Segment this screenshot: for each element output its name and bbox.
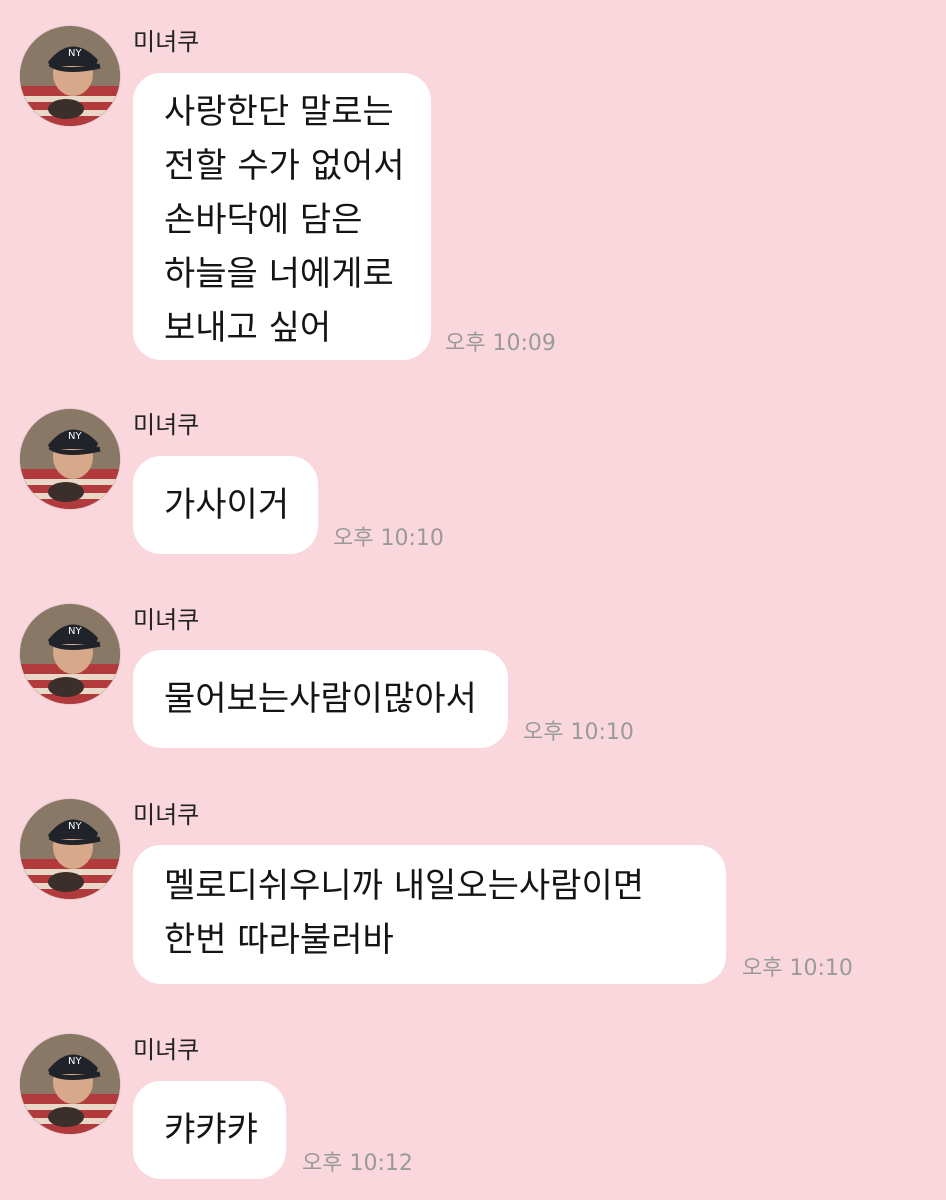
svg-text:NY: NY — [68, 431, 82, 442]
profile-photo-avatar-icon: NY — [20, 604, 120, 704]
message-text-line: 전할 수가 없어서 — [164, 146, 405, 186]
message-bubble[interactable]: 물어보는사람이많아서 — [133, 650, 508, 748]
profile-photo-avatar-icon: NY — [20, 1034, 120, 1134]
message-bubble[interactable]: 멜로디쉬우니까 내일오는사람이면 한번 따라불러바 — [133, 845, 726, 984]
avatar[interactable]: NY — [20, 799, 120, 899]
sender-name: 미녀쿠 — [133, 411, 200, 439]
message-text-line: 사랑한단 말로는 — [164, 92, 394, 132]
chat-message-list[interactable]: NY 미녀쿠 사랑한단 말로는 전할 수가 없어서 손바닥에 담은 하늘을 너에… — [0, 0, 946, 1200]
sender-name: 미녀쿠 — [133, 1036, 200, 1064]
message-bubble[interactable]: 캬캬캬 — [133, 1081, 286, 1179]
svg-text:NY: NY — [68, 48, 82, 59]
message-text-line: 캬캬캬 — [164, 1110, 258, 1150]
message-timestamp: 오후 10:10 — [523, 720, 634, 745]
profile-photo-avatar-icon: NY — [20, 409, 120, 509]
message-group: NY 미녀쿠 멜로디쉬우니까 내일오는사람이면 한번 따라불러바 오후 10:1… — [0, 799, 946, 989]
svg-text:NY: NY — [68, 1056, 82, 1067]
avatar[interactable]: NY — [20, 604, 120, 704]
svg-text:NY: NY — [68, 626, 82, 637]
svg-text:NY: NY — [68, 821, 82, 832]
message-group: NY 미녀쿠 사랑한단 말로는 전할 수가 없어서 손바닥에 담은 하늘을 너에… — [0, 26, 946, 366]
message-timestamp: 오후 10:12 — [302, 1151, 413, 1176]
avatar[interactable]: NY — [20, 26, 120, 126]
message-bubble[interactable]: 사랑한단 말로는 전할 수가 없어서 손바닥에 담은 하늘을 너에게로 보내고 … — [133, 73, 431, 360]
avatar[interactable]: NY — [20, 1034, 120, 1134]
message-timestamp: 오후 10:10 — [742, 956, 853, 981]
profile-photo-avatar-icon: NY — [20, 799, 120, 899]
message-text-line: 하늘을 너에게로 — [164, 254, 394, 294]
message-group: NY 미녀쿠 가사이거 오후 10:10 — [0, 409, 946, 559]
sender-name: 미녀쿠 — [133, 606, 200, 634]
message-bubble[interactable]: 가사이거 — [133, 456, 318, 554]
message-timestamp: 오후 10:10 — [333, 526, 444, 551]
message-text-line: 멜로디쉬우니까 내일오는사람이면 — [164, 866, 645, 906]
message-timestamp: 오후 10:09 — [445, 331, 556, 356]
message-text-line: 보내고 싶어 — [164, 308, 332, 348]
sender-name: 미녀쿠 — [133, 801, 200, 829]
message-text-line: 손바닥에 담은 — [164, 200, 363, 240]
message-group: NY 미녀쿠 캬캬캬 오후 10:12 — [0, 1034, 946, 1184]
sender-name: 미녀쿠 — [133, 28, 200, 56]
message-text-line: 물어보는사람이많아서 — [164, 679, 477, 719]
message-group: NY 미녀쿠 물어보는사람이많아서 오후 10:10 — [0, 604, 946, 754]
profile-photo-avatar-icon: NY — [20, 26, 120, 126]
message-text-line: 가사이거 — [164, 485, 290, 525]
avatar[interactable]: NY — [20, 409, 120, 509]
message-text-line: 한번 따라불러바 — [164, 920, 394, 960]
